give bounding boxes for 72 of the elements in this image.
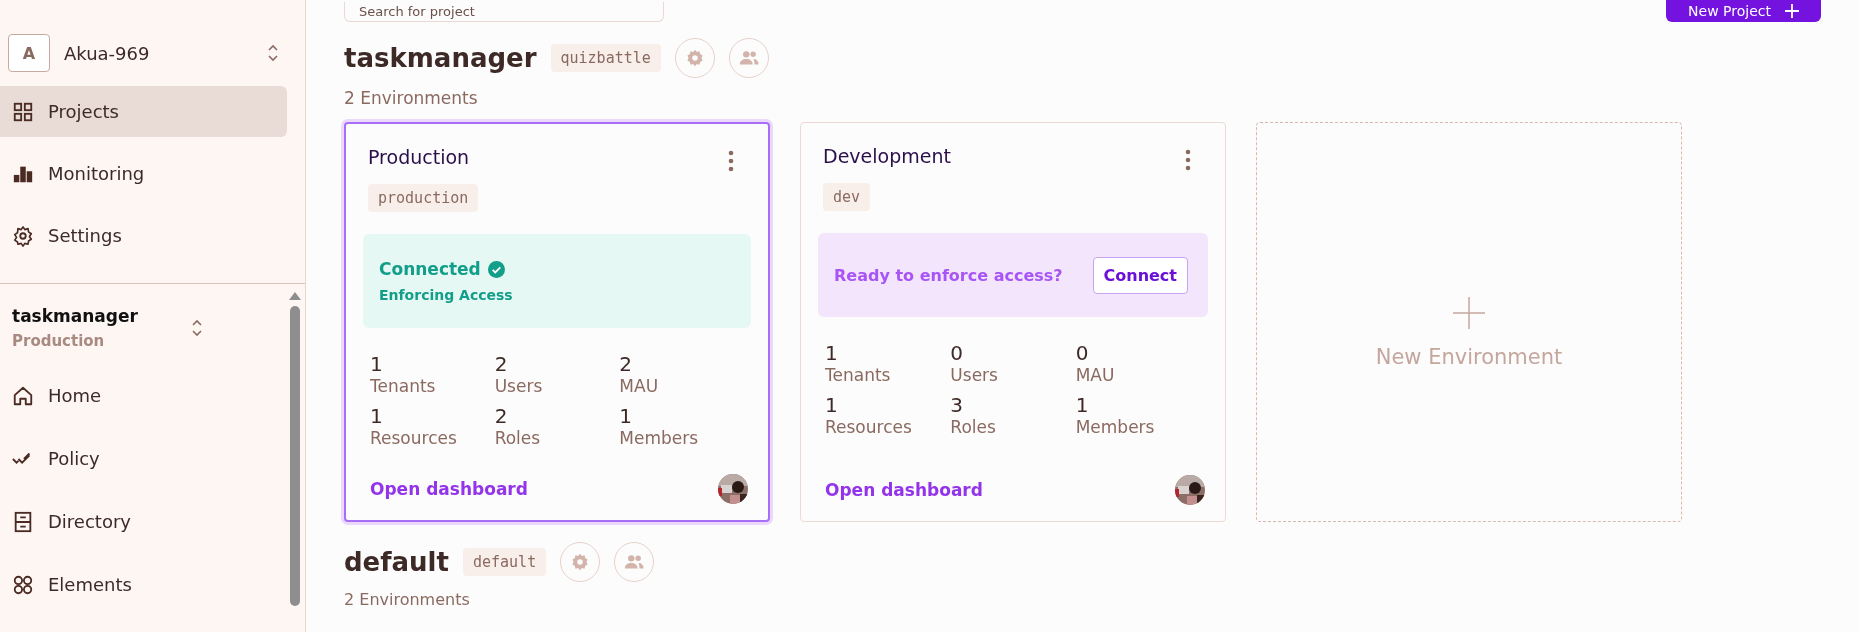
chevron-up-down-icon[interactable] [267,43,279,63]
nav-item[interactable]: Projects [0,86,287,137]
environment-key: dev [823,183,871,211]
project-name[interactable]: taskmanager [12,306,191,326]
plus-icon [1451,294,1487,331]
stat-value: 1 [825,393,839,417]
status-subtitle: Enforcing Access [379,287,514,303]
stat-label: MAU [619,376,660,396]
nav-item[interactable]: Monitoring [0,148,287,199]
stat-label: Users [950,365,999,385]
new-project-button[interactable]: New Project [1666,0,1821,22]
stat-label: Resources [825,417,913,437]
stat-value: 1 [1075,393,1090,417]
scrollbar-thumb[interactable] [290,306,300,606]
environment-key: production [368,184,479,212]
nav-item[interactable]: Policy [0,433,289,484]
open-dashboard-link[interactable]: Open dashboard [825,480,983,500]
project-name: taskmanager [344,43,537,73]
stat-value: 2 [494,352,509,376]
stat-label: Resources [370,428,458,448]
project-name: default [344,547,449,577]
status-title: Connected [379,259,481,279]
more-icon[interactable] [728,150,734,172]
project-key: quizbattle [550,44,661,72]
nav-item[interactable]: Directory [0,496,289,547]
plus-icon [1785,4,1799,18]
org-name[interactable]: Akua-969 [64,42,253,64]
members-button[interactable] [728,38,769,78]
nav-item[interactable]: Settings [0,210,287,261]
members-button[interactable] [614,542,655,582]
environment-name: Development [823,145,951,167]
stat-label: Users [494,376,544,396]
stat-value: 1 [370,352,384,376]
environment-count: 2 Environments [344,590,471,609]
nav-item[interactable]: Home [0,370,289,421]
nav-item[interactable]: Elements [0,559,289,610]
environment-name: Production [368,146,470,168]
search-field[interactable]: Search for project [344,2,664,22]
stat-label: Roles [950,417,997,437]
grid-icon [12,100,34,123]
settings-button[interactable] [674,38,715,78]
project-key: default [462,548,547,576]
chevron-up-down-icon[interactable] [191,318,203,338]
stat-label: Roles [494,428,542,448]
prompt-text: Ready to enforce access? [834,265,1063,285]
stat-value: 1 [825,341,839,365]
connect-button[interactable]: Connect [1092,256,1188,294]
stat-value: 1 [370,404,384,428]
stat-value: 2 [494,404,509,428]
environment-card[interactable]: Development dev Ready to enforce access? Connect 1 Tenants 0 Users 0 MAU 1 Resources 3 Roles 1 Members Open dashboard [800,122,1226,522]
settings-button[interactable] [560,542,601,582]
circles-icon [12,573,34,596]
stat-label: Tenants [825,365,892,385]
stat-value: 2 [619,352,634,376]
stat-label: Members [619,428,700,448]
org-avatar: A [8,34,50,72]
cabinet-icon [12,510,34,533]
stat-value: 3 [950,393,965,417]
scroll-up-icon[interactable] [289,292,301,300]
stat-value: 1 [619,404,634,428]
environment-card[interactable]: Production production Connected Enforcing Access 1 Tenants 2 Users 2 MAU 1 Resources 2 Roles 1 Members Open dashboard [344,122,770,522]
stat-label: Members [1075,417,1156,437]
more-icon[interactable] [1185,149,1191,171]
stat-value: 0 [950,341,965,365]
stat-label: MAU [1075,365,1116,385]
check-circle-icon [487,260,505,278]
environment-count: 2 Environments [344,88,479,108]
home-icon [12,384,34,407]
stat-label: Tenants [370,376,437,396]
stat-value: 0 [1075,341,1090,365]
settings-icon [12,224,34,247]
open-dashboard-link[interactable]: Open dashboard [370,479,528,499]
